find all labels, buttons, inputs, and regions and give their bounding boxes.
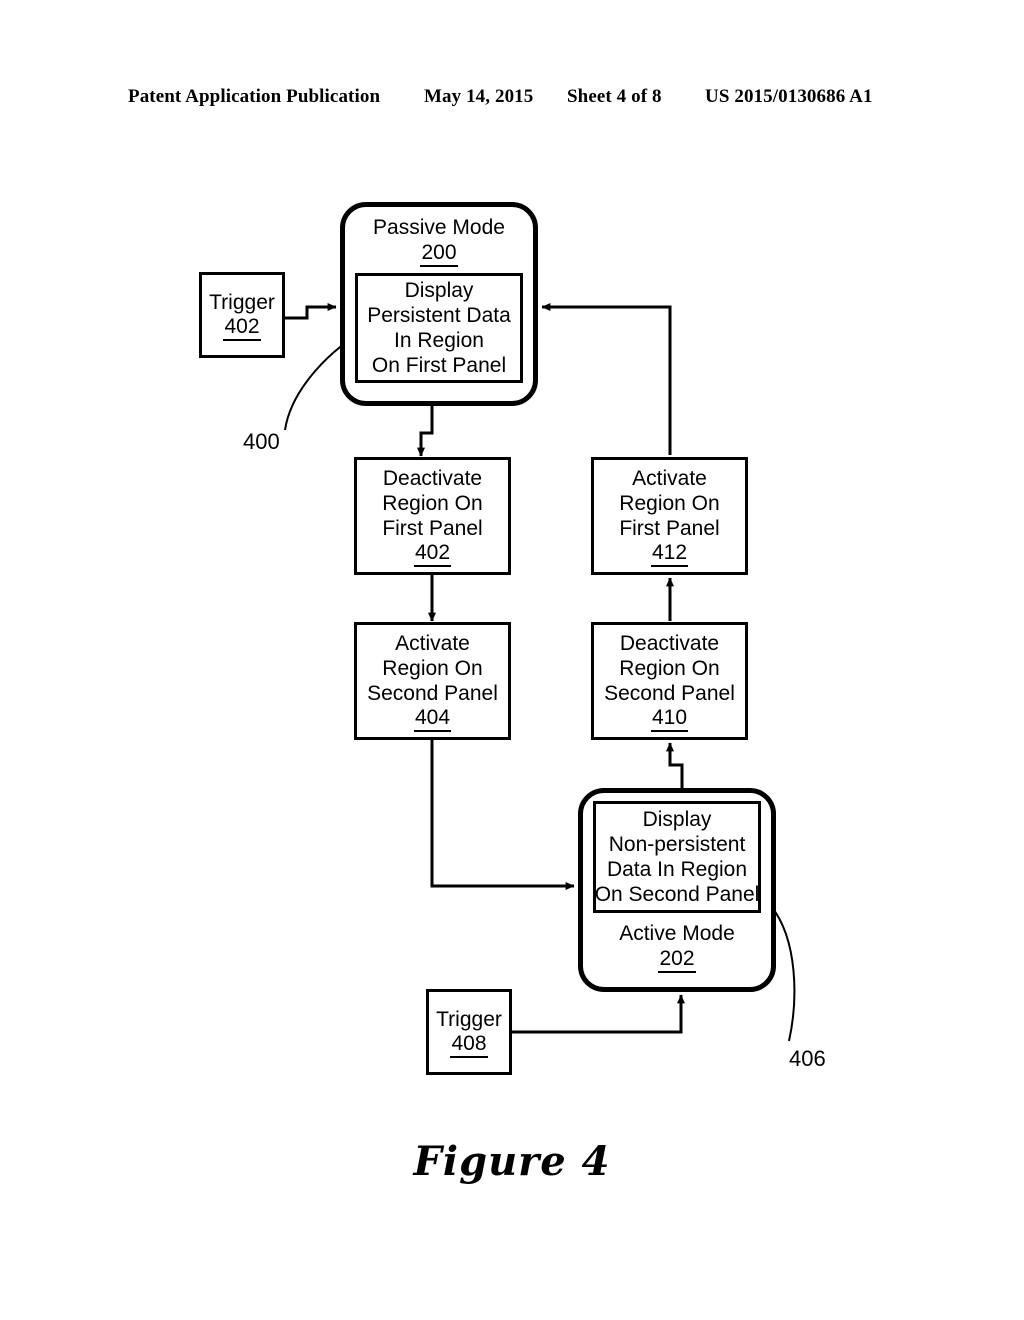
activate-region-second-panel-box[interactable]: Activate Region On Second Panel 404: [354, 622, 511, 740]
active-inner-line-4: On Second Panel: [594, 883, 760, 906]
deactivate-region-first-panel-box[interactable]: Deactivate Region On First Panel 402: [354, 457, 511, 575]
active-inner-line-2: Non-persistent: [608, 833, 746, 856]
deactivate-first-ref: 402: [413, 541, 452, 567]
activate-region-first-panel-box[interactable]: Activate Region On First Panel 412: [591, 457, 748, 575]
deactivate-second-ref: 410: [650, 706, 689, 732]
passive-inner-line-2: Persistent Data: [367, 304, 511, 327]
trigger-402-label: Trigger: [209, 290, 275, 314]
deactivate-region-second-panel-box[interactable]: Deactivate Region On Second Panel 410: [591, 622, 748, 740]
reference-numeral-406: 406: [789, 1046, 826, 1071]
passive-mode-ref: 200: [420, 241, 458, 267]
deactivate-second-line-2: Region On: [619, 656, 720, 680]
trigger-408-ref: 408: [450, 1032, 488, 1058]
active-mode-label: Active Mode: [619, 922, 735, 945]
activate-second-line-3: Second Panel: [367, 681, 498, 705]
passive-inner-line-4: On First Panel: [371, 354, 507, 377]
activate-first-line-2: Region On: [619, 491, 720, 515]
deactivate-second-line-3: Second Panel: [604, 681, 735, 705]
active-mode-ref: 202: [658, 947, 696, 973]
connector-layer: [284, 303, 796, 1042]
active-inner-line-1: Display: [642, 808, 712, 831]
active-mode-box[interactable]: Display Non-persistent Data In Region On…: [578, 788, 776, 992]
passive-inner-line-1: Display: [404, 279, 474, 302]
activate-second-line-1: Activate: [395, 631, 470, 655]
passive-mode-heading: Passive Mode 200: [355, 215, 523, 267]
trigger-408-label: Trigger: [436, 1007, 502, 1031]
trigger-402-ref: 402: [223, 315, 261, 341]
arrow-activate404-to-active-mode: [430, 740, 575, 890]
active-inner-line-3: Data In Region: [606, 858, 748, 881]
active-mode-heading: Active Mode 202: [593, 921, 761, 973]
deactivate-second-line-1: Deactivate: [619, 631, 720, 655]
arrow-passive-mode-to-deactivate402: [417, 406, 434, 457]
arrow-active-mode-to-deactivate410: [666, 742, 684, 790]
reference-numeral-400: 400: [243, 429, 280, 454]
activate-first-line-1: Activate: [632, 466, 707, 490]
arrow-trigger402-to-passive-mode: [285, 303, 337, 320]
patent-figure: Trigger 402 Passive Mode 200 Display Per…: [0, 0, 1024, 1320]
deactivate-first-line-3: First Panel: [382, 516, 483, 540]
figure-caption: Figure 4: [413, 1138, 611, 1185]
passive-inner-line-3: In Region: [394, 329, 484, 352]
activate-first-ref: 412: [650, 541, 689, 567]
activate-second-line-2: Region On: [382, 656, 483, 680]
arrow-activate412-to-passive-mode: [541, 303, 672, 455]
arrow-trigger408-to-active-mode: [511, 994, 685, 1034]
trigger-402-box[interactable]: Trigger 402: [199, 272, 285, 358]
deactivate-first-line-2: Region On: [382, 491, 483, 515]
activate-second-ref: 404: [413, 706, 452, 732]
trigger-408-box[interactable]: Trigger 408: [426, 989, 512, 1075]
passive-mode-box[interactable]: Passive Mode 200 Display Persistent Data…: [340, 202, 538, 406]
passive-mode-inner-box[interactable]: Display Persistent Data In Region On Fir…: [355, 273, 523, 383]
passive-mode-label: Passive Mode: [373, 216, 505, 239]
activate-first-line-3: First Panel: [619, 516, 720, 540]
deactivate-first-line-1: Deactivate: [382, 466, 483, 490]
active-mode-inner-box[interactable]: Display Non-persistent Data In Region On…: [593, 801, 761, 913]
